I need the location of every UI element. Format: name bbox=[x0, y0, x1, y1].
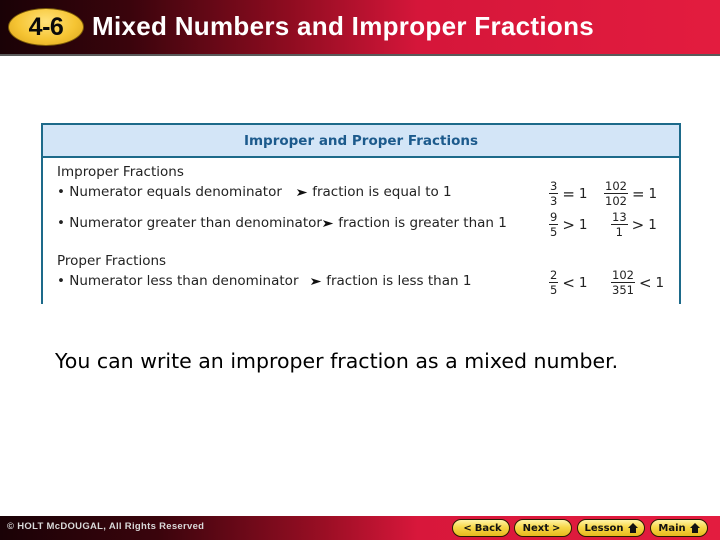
arrow-right-icon: ➤ bbox=[295, 186, 309, 199]
title-bar: 4-6 Mixed Numbers and Improper Fractions bbox=[0, 0, 720, 56]
page-title: Mixed Numbers and Improper Fractions bbox=[92, 11, 595, 41]
rhs-value: 1 bbox=[578, 274, 588, 291]
home-icon bbox=[689, 523, 700, 533]
example-2-over-5: 25 < 1 bbox=[549, 269, 588, 296]
rhs-value: 1 bbox=[578, 185, 588, 202]
home-icon bbox=[627, 523, 638, 533]
next-button-label: Next bbox=[522, 522, 549, 534]
lesson-button-label: Lesson bbox=[584, 522, 624, 534]
rhs-value: 1 bbox=[648, 185, 658, 202]
example-102-over-102: 102 102 = 1 bbox=[604, 180, 657, 207]
result-less: fraction is less than 1 bbox=[326, 273, 472, 289]
example-102-over-351: 102 351 < 1 bbox=[611, 269, 664, 296]
condition-equal: • Numerator equals denominator bbox=[57, 184, 282, 200]
numerator: 9 bbox=[549, 210, 559, 225]
arrow-right-icon: ➤ bbox=[321, 217, 335, 230]
result-row-less: ➤ fraction is less than 1 bbox=[307, 273, 471, 289]
example-9-over-5: 95 > 1 bbox=[549, 211, 588, 238]
condition-greater: • Numerator greater than denominator bbox=[57, 215, 322, 231]
copyright-text: © HOLT McDOUGAL, All Rights Reserved bbox=[7, 521, 205, 532]
relation-sign: = bbox=[562, 184, 575, 203]
relation-sign: < bbox=[638, 273, 652, 292]
rhs-value: 1 bbox=[578, 216, 588, 233]
back-button[interactable]: < Back bbox=[452, 519, 510, 537]
denominator: 351 bbox=[612, 283, 634, 297]
main-button-label: Main bbox=[658, 522, 686, 534]
example-3-over-3: 33 = 1 bbox=[549, 180, 588, 207]
denominator: 1 bbox=[615, 225, 623, 239]
numerator: 3 bbox=[549, 179, 559, 194]
next-button[interactable]: Next > bbox=[514, 519, 572, 537]
lesson-number: 4-6 bbox=[28, 12, 64, 41]
concept-box: Improper and Proper Fractions Improper F… bbox=[41, 123, 681, 304]
numerator: 102 bbox=[611, 268, 635, 283]
result-row-greater: ➤ fraction is greater than 1 bbox=[319, 215, 507, 231]
result-equal: fraction is equal to 1 bbox=[312, 184, 452, 200]
denominator: 5 bbox=[550, 225, 558, 239]
lesson-number-badge: 4-6 bbox=[8, 8, 84, 46]
numerator: 13 bbox=[611, 210, 628, 225]
main-button[interactable]: Main bbox=[650, 519, 708, 537]
footer-bar: © HOLT McDOUGAL, All Rights Reserved < B… bbox=[0, 516, 720, 540]
denominator: 102 bbox=[605, 194, 627, 208]
numerator: 2 bbox=[549, 268, 559, 283]
concept-box-header: Improper and Proper Fractions bbox=[43, 125, 679, 158]
lesson-button[interactable]: Lesson bbox=[577, 519, 645, 537]
relation-sign: > bbox=[562, 215, 575, 234]
relation-sign: = bbox=[631, 184, 645, 203]
body-paragraph: You can write an improper fraction as a … bbox=[55, 349, 619, 373]
denominator: 3 bbox=[550, 194, 558, 208]
relation-sign: > bbox=[631, 215, 645, 234]
rhs-value: 1 bbox=[648, 216, 657, 233]
relation-sign: < bbox=[562, 273, 575, 292]
result-greater: fraction is greater than 1 bbox=[338, 215, 507, 231]
numerator: 102 bbox=[604, 179, 628, 194]
result-row-equal: ➤ fraction is equal to 1 bbox=[293, 184, 452, 200]
example-13-over-1: 13 1 > 1 bbox=[611, 211, 657, 238]
section-title-proper: Proper Fractions bbox=[57, 253, 167, 269]
concept-box-heading: Improper and Proper Fractions bbox=[243, 132, 479, 149]
denominator: 5 bbox=[550, 283, 558, 297]
condition-less: • Numerator less than denominator bbox=[57, 273, 299, 289]
rhs-value: 1 bbox=[655, 274, 665, 291]
back-button-label: Back bbox=[474, 522, 502, 534]
chevron-left-icon: < bbox=[463, 522, 472, 534]
chevron-right-icon: > bbox=[552, 522, 561, 534]
arrow-right-icon: ➤ bbox=[309, 275, 323, 288]
section-title-improper: Improper Fractions bbox=[57, 164, 184, 180]
